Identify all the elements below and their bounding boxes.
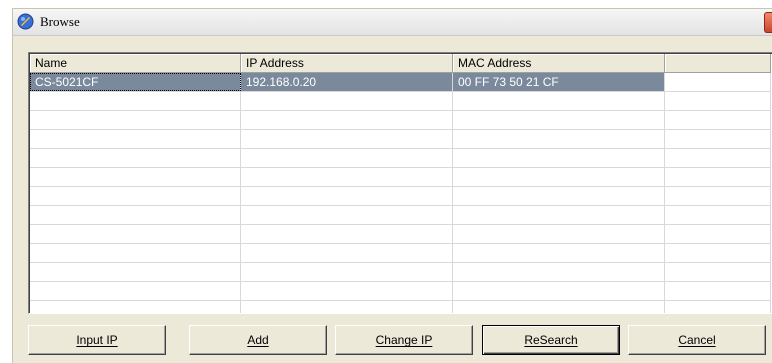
empty-cell <box>453 225 665 243</box>
empty-cell <box>453 130 665 148</box>
empty-cell <box>453 187 665 205</box>
cell-ip-address: 192.168.0.20 <box>241 73 453 91</box>
device-list[interactable]: Name IP Address MAC Address CS-5021CF 19… <box>28 52 772 314</box>
empty-cell <box>665 168 771 186</box>
add-button[interactable]: Add <box>189 325 327 355</box>
empty-cell <box>453 149 665 167</box>
empty-cell <box>241 282 453 300</box>
empty-cell <box>665 206 771 224</box>
change-ip-label: Change IP <box>375 333 433 347</box>
empty-cell <box>30 225 241 243</box>
empty-cell <box>241 111 453 129</box>
empty-table-row[interactable] <box>30 244 771 263</box>
empty-cell <box>665 244 771 262</box>
empty-table-row[interactable] <box>30 225 771 244</box>
empty-cell <box>241 149 453 167</box>
empty-cell <box>453 282 665 300</box>
empty-cell <box>30 111 241 129</box>
empty-table-row[interactable] <box>30 168 771 187</box>
empty-cell <box>241 263 453 281</box>
empty-table-row[interactable] <box>30 263 771 282</box>
column-header-name[interactable]: Name <box>30 54 241 73</box>
empty-cell <box>665 301 771 313</box>
empty-cell <box>241 244 453 262</box>
empty-cell <box>241 168 453 186</box>
column-header-mac-address[interactable]: MAC Address <box>453 54 665 73</box>
window-title: Browse <box>40 14 80 29</box>
empty-cell <box>665 130 771 148</box>
app-icon <box>17 13 34 30</box>
empty-table-row[interactable] <box>30 92 771 111</box>
empty-cell <box>30 168 241 186</box>
input-ip-label: Input IP <box>76 333 118 347</box>
empty-table-row[interactable] <box>30 149 771 168</box>
empty-cell <box>453 111 665 129</box>
column-header-blank[interactable] <box>665 54 771 73</box>
empty-cell <box>30 92 241 110</box>
cancel-button[interactable]: Cancel <box>628 325 766 355</box>
empty-table-row[interactable] <box>30 282 771 301</box>
empty-cell <box>30 244 241 262</box>
empty-cell <box>665 149 771 167</box>
empty-cell <box>453 92 665 110</box>
empty-cell <box>30 301 241 313</box>
input-ip-button[interactable]: Input IP <box>28 325 166 355</box>
empty-table-row[interactable] <box>30 187 771 206</box>
empty-table-row[interactable] <box>30 111 771 130</box>
empty-cell <box>665 225 771 243</box>
empty-cell <box>453 168 665 186</box>
empty-cell <box>665 263 771 281</box>
empty-cell <box>30 206 241 224</box>
empty-cell <box>453 206 665 224</box>
empty-cell <box>453 263 665 281</box>
empty-cell <box>241 206 453 224</box>
empty-cell <box>665 92 771 110</box>
research-button[interactable]: ReSearch <box>482 325 620 355</box>
empty-cell <box>665 111 771 129</box>
close-button[interactable] <box>764 12 772 33</box>
empty-table-row[interactable] <box>30 130 771 149</box>
table-row[interactable]: CS-5021CF 192.168.0.20 00 FF 73 50 21 CF <box>30 73 771 92</box>
empty-cell <box>241 92 453 110</box>
browse-dialog: Browse Name IP Address MAC Address CS-50… <box>12 8 772 363</box>
title-bar[interactable]: Browse <box>13 9 772 36</box>
empty-cell <box>30 149 241 167</box>
change-ip-button[interactable]: Change IP <box>335 325 473 355</box>
research-label: ReSearch <box>524 333 578 347</box>
add-label: Add <box>247 333 269 347</box>
empty-cell <box>241 301 453 313</box>
empty-table-row[interactable] <box>30 301 771 313</box>
cell-mac-address: 00 FF 73 50 21 CF <box>453 73 665 91</box>
empty-cell <box>453 301 665 313</box>
cell-blank <box>665 73 771 91</box>
cancel-label: Cancel <box>678 333 716 347</box>
empty-cell <box>30 130 241 148</box>
empty-cell <box>241 225 453 243</box>
empty-table-row[interactable] <box>30 206 771 225</box>
empty-cell <box>241 187 453 205</box>
empty-cell <box>30 282 241 300</box>
empty-cell <box>30 263 241 281</box>
empty-cell <box>453 244 665 262</box>
column-header-ip-address[interactable]: IP Address <box>241 54 453 73</box>
empty-cell <box>665 187 771 205</box>
cell-name: CS-5021CF <box>30 73 241 91</box>
empty-cell <box>30 187 241 205</box>
empty-cell <box>241 130 453 148</box>
empty-cell <box>665 282 771 300</box>
